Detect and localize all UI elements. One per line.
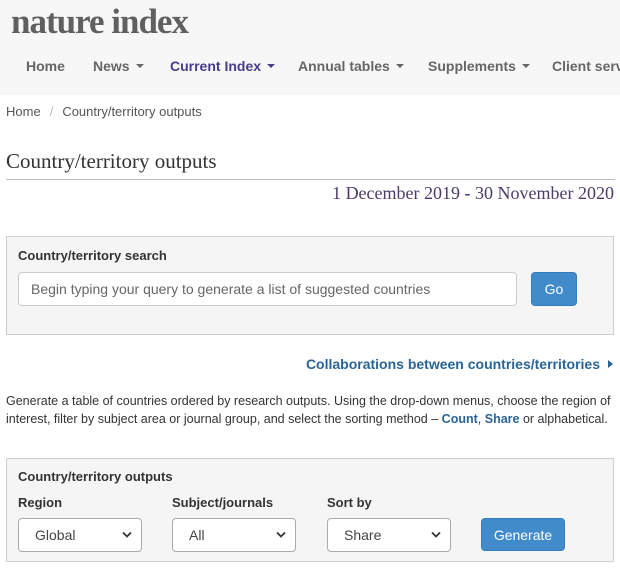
country-search-input[interactable] — [18, 272, 517, 306]
outputs-panel: Country/territory outputs Region Global … — [6, 458, 614, 562]
nav-current-index[interactable]: Current Index — [170, 58, 276, 74]
caret-down-icon — [521, 64, 530, 68]
description: Generate a table of countries ordered by… — [6, 392, 616, 428]
nav-current-index-label: Current Index — [170, 58, 262, 74]
caret-down-icon — [267, 64, 276, 68]
chevron-down-icon — [431, 531, 441, 538]
region-select-value: Global — [35, 527, 76, 543]
generate-button[interactable]: Generate — [481, 518, 565, 551]
title-divider — [6, 179, 615, 180]
sort-select-value: Share — [344, 527, 382, 543]
nav-supplements[interactable]: Supplements — [428, 58, 530, 74]
nav-home-label: Home — [26, 58, 65, 74]
country-search-label: Country/territory search — [18, 248, 167, 263]
page-title: Country/territory outputs — [6, 149, 217, 173]
caret-down-icon — [135, 64, 144, 68]
nav-supplements-label: Supplements — [428, 58, 516, 74]
main-nav: Home News Current Index Annual tables Su… — [0, 58, 620, 82]
breadcrumb-current: Country/territory outputs — [62, 104, 202, 119]
nav-news[interactable]: News — [93, 58, 144, 74]
breadcrumb-home[interactable]: Home — [6, 104, 41, 119]
outputs-panel-title: Country/territory outputs — [18, 469, 173, 484]
caret-down-icon — [395, 64, 404, 68]
nav-annual-tables[interactable]: Annual tables — [298, 58, 404, 74]
date-range: 1 December 2019 - 30 November 2020 — [332, 183, 614, 204]
collaborations-link[interactable]: Collaborations between countries/territo… — [306, 356, 613, 372]
arrow-right-icon — [608, 360, 613, 368]
date-end: 30 November 2020 — [475, 183, 614, 203]
go-button[interactable]: Go — [531, 272, 577, 306]
subject-select-value: All — [189, 527, 205, 543]
nav-news-label: News — [93, 58, 130, 74]
chevron-down-icon — [276, 531, 286, 538]
breadcrumb-separator: / — [49, 104, 54, 119]
date-dash: - — [464, 183, 471, 203]
date-start: 1 December 2019 — [332, 183, 461, 203]
nav-annual-tables-label: Annual tables — [298, 58, 390, 74]
count-link[interactable]: Count — [442, 412, 478, 426]
site-header: nature index Home News Current Index Ann… — [0, 0, 620, 95]
breadcrumb: Home / Country/territory outputs — [6, 104, 202, 119]
subject-label: Subject/journals — [172, 495, 274, 510]
collaborations-link-label: Collaborations between countries/territo… — [305, 356, 600, 372]
country-search-panel: Country/territory search Go — [6, 236, 614, 335]
region-select[interactable]: Global — [18, 518, 142, 552]
description-comma: , — [477, 412, 485, 426]
region-label: Region — [18, 495, 63, 510]
sort-select[interactable]: Share — [327, 518, 451, 552]
chevron-down-icon — [122, 531, 132, 538]
nature-index-logo[interactable]: nature index — [11, 2, 189, 42]
sort-label: Sort by — [327, 495, 372, 510]
nav-client-services-label: Client serv — [552, 58, 620, 74]
nav-client-services[interactable]: Client serv — [552, 58, 620, 74]
description-tail: or alphabetical. — [519, 412, 608, 426]
nav-home[interactable]: Home — [26, 58, 65, 74]
share-link[interactable]: Share — [485, 412, 520, 426]
subject-select[interactable]: All — [172, 518, 296, 552]
